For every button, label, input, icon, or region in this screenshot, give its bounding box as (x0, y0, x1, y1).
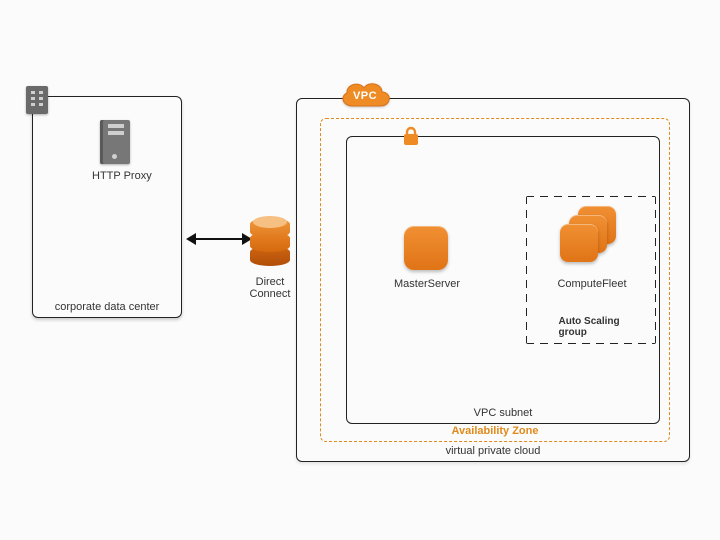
vpc-subnet-label: VPC subnet (474, 407, 533, 419)
vpc-cloud-icon: VPC (336, 78, 394, 112)
compute-fleet-label: ComputeFleet (552, 278, 632, 290)
compute-fleet-icon (560, 206, 624, 270)
bidirectional-arrow-icon (188, 238, 250, 240)
vpc-label: virtual private cloud (446, 445, 541, 457)
availability-zone-label: Availability Zone (451, 425, 538, 437)
lock-icon (402, 126, 420, 146)
corporate-label: corporate data center (55, 301, 160, 313)
server-icon (100, 120, 130, 164)
vpc-badge-text: VPC (336, 90, 394, 102)
auto-scaling-group-label: Auto Scaling group (559, 316, 624, 338)
http-proxy-label: HTTP Proxy (92, 170, 152, 182)
master-server-label: MasterServer (384, 278, 470, 290)
direct-connect-label: Direct Connect (240, 276, 300, 300)
master-server-icon (404, 226, 448, 270)
building-icon (26, 86, 48, 114)
direct-connect-icon (250, 218, 290, 270)
